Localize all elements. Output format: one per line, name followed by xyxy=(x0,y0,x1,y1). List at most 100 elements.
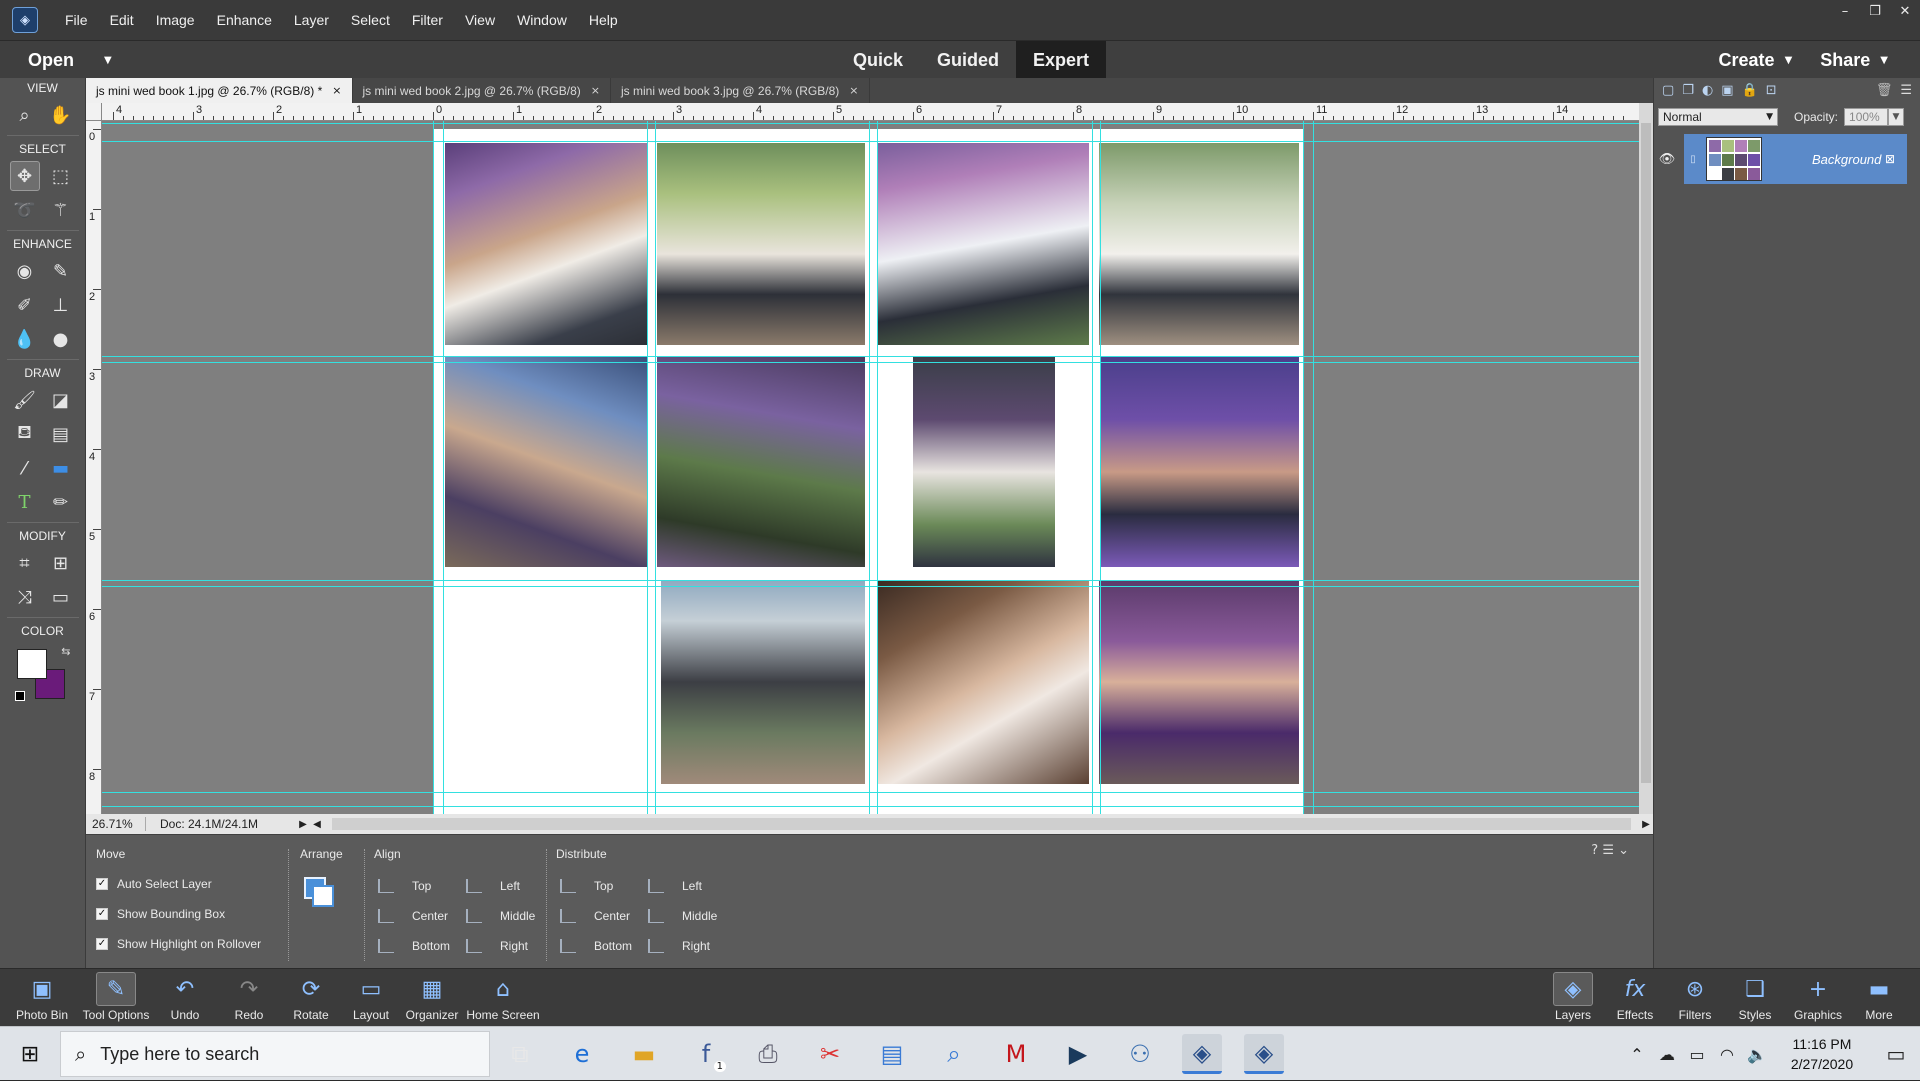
chevron-right-icon[interactable]: ▶ xyxy=(1639,819,1653,830)
document-page[interactable] xyxy=(433,129,1303,814)
show-highlight-checkbox[interactable]: ✓ Show Highlight on Rollover xyxy=(96,937,261,951)
layout-button[interactable]: ▭ Layout xyxy=(346,969,396,1027)
pencil-tool-icon[interactable]: ✏ xyxy=(46,487,76,517)
chevron-down-icon[interactable]: ▼ xyxy=(1888,108,1905,126)
organizer-button[interactable]: ▦ Organizer xyxy=(402,969,462,1027)
swap-colors-icon[interactable]: ⇆ xyxy=(61,645,70,658)
guide-horizontal[interactable] xyxy=(102,356,1639,357)
chevron-left-icon[interactable]: ◀ xyxy=(310,819,324,830)
sponge-tool-icon[interactable]: ● xyxy=(46,324,76,354)
tool-options-button[interactable]: ✎ Tool Options xyxy=(78,969,154,1027)
menu-edit[interactable]: Edit xyxy=(99,0,145,40)
photoshop-elements-taskbar-icon[interactable]: ◈ xyxy=(1182,1034,1222,1074)
distribute-right-button[interactable]: Right xyxy=(648,939,710,953)
align-top-button[interactable]: Top xyxy=(378,879,431,893)
graphics-button[interactable]: + Graphics xyxy=(1790,969,1846,1027)
layers-button[interactable]: ◈ Layers xyxy=(1548,969,1598,1027)
foreground-color-swatch[interactable] xyxy=(16,649,47,679)
tab-expert[interactable]: Expert xyxy=(1016,41,1107,79)
align-middle-button[interactable]: Middle xyxy=(466,909,535,923)
guide-vertical[interactable] xyxy=(1100,121,1101,814)
zoom-level[interactable]: 26.71% xyxy=(86,817,146,831)
horizontal-scrollbar[interactable] xyxy=(332,818,1631,830)
edge-icon[interactable]: e xyxy=(562,1034,602,1074)
spot-healing-tool-icon[interactable]: ✎ xyxy=(46,256,76,286)
menu-file[interactable]: File xyxy=(54,0,99,40)
eraser-tool-icon[interactable]: ◪ xyxy=(46,385,76,415)
canvas-area[interactable] xyxy=(102,121,1639,814)
guide-horizontal[interactable] xyxy=(102,580,1639,581)
guide-horizontal[interactable] xyxy=(102,362,1639,363)
guide-vertical[interactable] xyxy=(1092,121,1093,814)
close-icon[interactable]: × xyxy=(591,84,600,97)
open-button[interactable]: Open ▼ xyxy=(28,41,112,79)
file-explorer-icon[interactable]: ▬ xyxy=(624,1034,664,1074)
filters-button[interactable]: ⊛ Filters xyxy=(1670,969,1720,1027)
show-bounding-box-checkbox[interactable]: ✓ Show Bounding Box xyxy=(96,907,225,921)
layer-mask-icon[interactable]: ▣ xyxy=(1721,83,1733,98)
vertical-ruler[interactable]: 0 1 2 3 4 5 6 7 8 xyxy=(86,121,102,814)
taskbar-search[interactable]: ⌕ Type here to search xyxy=(60,1031,490,1077)
blend-mode-select[interactable]: Normal ▼ xyxy=(1658,108,1778,126)
guide-vertical[interactable] xyxy=(433,121,434,814)
minimize-button[interactable]: – xyxy=(1830,0,1860,22)
tab-guided[interactable]: Guided xyxy=(920,41,1016,79)
close-icon[interactable]: × xyxy=(332,84,341,97)
trash-icon[interactable]: 🗑 xyxy=(1876,83,1893,98)
menu-help[interactable]: Help xyxy=(578,0,629,40)
crop-tool-icon[interactable]: ⌗ xyxy=(10,548,40,578)
people-icon[interactable]: ⚇ xyxy=(1120,1034,1160,1074)
opacity-input[interactable]: 100% xyxy=(1844,108,1889,126)
chevron-down-icon[interactable]: ▼ xyxy=(104,55,112,66)
menu-layer[interactable]: Layer xyxy=(283,0,340,40)
checkbox-checked[interactable]: ✓ xyxy=(96,908,108,920)
blur-tool-icon[interactable]: 💧 xyxy=(10,324,40,354)
clock[interactable]: 11:16 PM 2/27/2020 xyxy=(1772,1034,1872,1074)
auto-select-layer-checkbox[interactable]: ✓ Auto Select Layer xyxy=(96,877,212,891)
distribute-middle-button[interactable]: Middle xyxy=(648,909,717,923)
battery-icon[interactable]: ▭ xyxy=(1682,1045,1712,1064)
menu-image[interactable]: Image xyxy=(145,0,206,40)
menu-window[interactable]: Window xyxy=(506,0,578,40)
adjustment-layer-icon[interactable]: ◐ xyxy=(1702,83,1713,98)
paint-bucket-tool-icon[interactable]: ⛾ xyxy=(10,419,40,449)
facebook-icon[interactable]: f1 xyxy=(686,1034,726,1074)
photo-couple-aisle[interactable] xyxy=(1099,143,1299,345)
styles-button[interactable]: ❑ Styles xyxy=(1730,969,1780,1027)
panel-menu-icon[interactable]: ☰ xyxy=(1900,83,1912,98)
distribute-bottom-button[interactable]: Bottom xyxy=(560,939,632,953)
new-group-icon[interactable]: ❐ xyxy=(1682,83,1694,98)
red-eye-tool-icon[interactable]: ◉ xyxy=(10,256,40,286)
guide-horizontal[interactable] xyxy=(102,792,1639,793)
eyedropper-tool-icon[interactable]: ⁄ xyxy=(10,453,40,483)
photos-icon[interactable]: ▤ xyxy=(872,1034,912,1074)
eye-icon[interactable]: 👁 xyxy=(1654,152,1680,167)
guide-horizontal[interactable] xyxy=(102,586,1639,587)
photo-wedding-party[interactable] xyxy=(1099,580,1299,784)
mcafee-icon[interactable]: M xyxy=(996,1034,1036,1074)
align-left-button[interactable]: Left xyxy=(466,879,520,893)
photo-bin-button[interactable]: ▣ Photo Bin xyxy=(12,969,72,1027)
type-tool-icon[interactable]: T xyxy=(10,487,40,517)
lock-icon[interactable]: ⊠ xyxy=(1885,152,1895,166)
guide-horizontal[interactable] xyxy=(102,806,1639,807)
snip-tool-icon[interactable]: ✂ xyxy=(810,1034,850,1074)
undo-button[interactable]: ↶ Undo xyxy=(160,969,210,1027)
magic-wand-tool-icon[interactable]: ⚚ xyxy=(46,195,76,225)
volume-icon[interactable]: 🔈 xyxy=(1742,1045,1772,1064)
hand-tool-icon[interactable]: ✋ xyxy=(46,100,76,130)
link-icon[interactable]: ▯ xyxy=(1684,154,1702,165)
layer-row-background[interactable]: 👁 ▯ Background ⊠ xyxy=(1654,134,1920,184)
guide-horizontal[interactable] xyxy=(102,141,1639,142)
guide-vertical[interactable] xyxy=(647,121,648,814)
cloud-icon[interactable]: ☁ xyxy=(1652,1045,1682,1064)
align-right-button[interactable]: Right xyxy=(466,939,528,953)
chevron-right-icon[interactable]: ▶ xyxy=(296,819,310,830)
menu-filter[interactable]: Filter xyxy=(401,0,454,40)
lock-all-icon[interactable]: ⊡ xyxy=(1766,83,1777,98)
straighten-tool-icon[interactable]: ▭ xyxy=(46,582,76,612)
effects-button[interactable]: fx Effects xyxy=(1610,969,1660,1027)
home-screen-button[interactable]: ⌂ Home Screen xyxy=(464,969,542,1027)
close-button[interactable]: ✕ xyxy=(1890,0,1920,22)
arrange-icon[interactable] xyxy=(302,875,342,915)
